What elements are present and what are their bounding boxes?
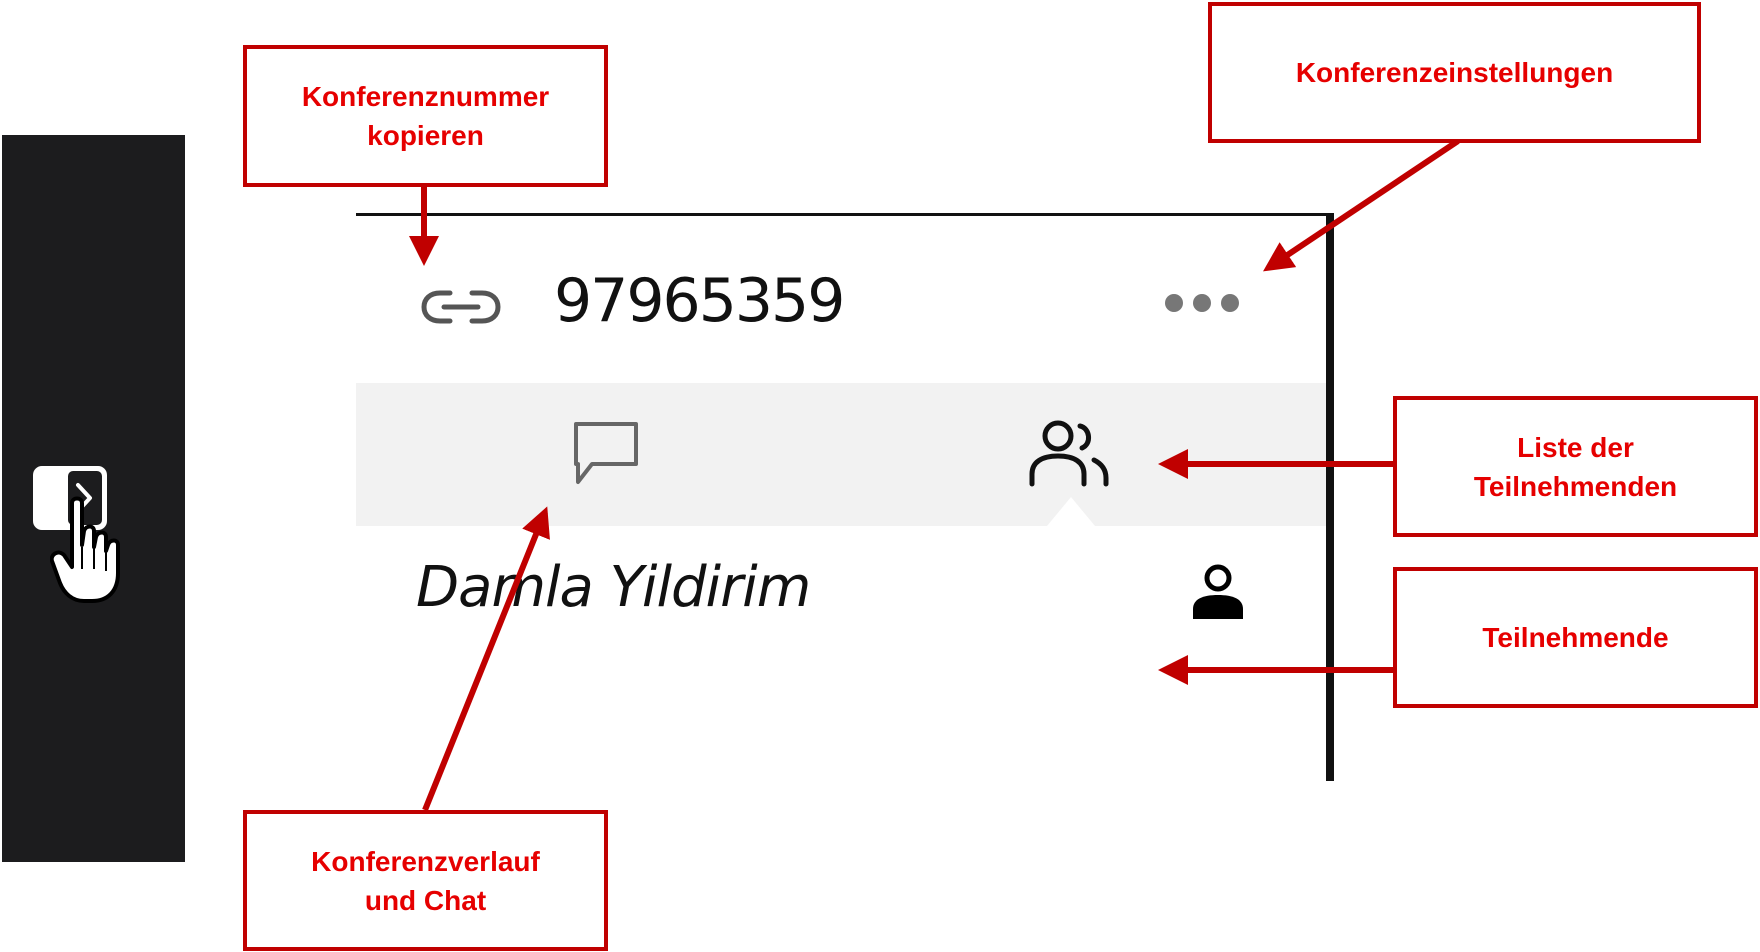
panel-right-border xyxy=(1326,213,1334,781)
person-icon xyxy=(1193,564,1243,619)
link-icon[interactable] xyxy=(420,283,502,331)
callout-history-chat-line1: Konferenzverlauf xyxy=(311,845,540,877)
participant-name[interactable]: Damla Yildirim xyxy=(416,556,811,620)
callout-history-chat-line2: und Chat xyxy=(364,884,487,916)
conference-number: 97965359 xyxy=(554,266,845,336)
chat-icon[interactable] xyxy=(570,420,642,486)
pointer-hand-icon xyxy=(50,496,120,603)
callout-copy-number: Konferenznummer kopieren xyxy=(243,45,608,187)
callout-settings: Konferenzeinstellungen xyxy=(1208,2,1701,143)
more-icon[interactable] xyxy=(1163,292,1241,314)
callout-participant-list: Liste der Teilnehmenden xyxy=(1393,396,1758,537)
callout-participants-line1: Teilnehmende xyxy=(1482,622,1669,653)
callout-participant-list-line2: Teilnehmenden xyxy=(1473,470,1678,502)
tab-bar xyxy=(356,383,1326,526)
people-icon[interactable] xyxy=(1028,418,1110,488)
callout-participant-list-line1: Liste der xyxy=(1517,431,1634,463)
tab-active-indicator xyxy=(1047,497,1095,526)
callout-copy-number-line2: kopieren xyxy=(367,120,484,151)
panel-top-border xyxy=(356,213,1332,216)
callout-settings-line1: Konferenzeinstellungen xyxy=(1295,57,1614,88)
callout-history-chat: Konferenzverlauf und Chat xyxy=(243,810,608,951)
callout-participants: Teilnehmende xyxy=(1393,567,1758,708)
callout-copy-number-line1: Konferenznummer xyxy=(301,81,550,112)
